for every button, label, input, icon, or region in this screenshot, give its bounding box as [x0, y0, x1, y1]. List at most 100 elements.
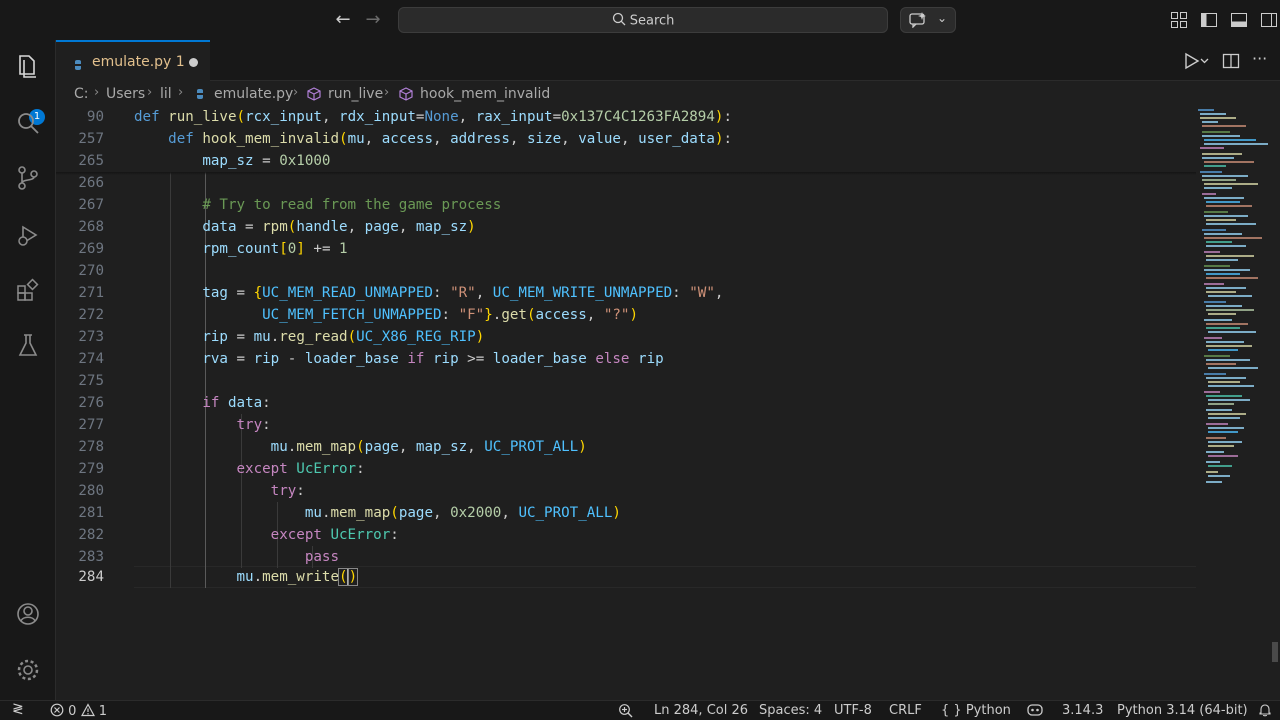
breadcrumb-run-live[interactable]: run_live — [328, 86, 383, 102]
code-editor[interactable]: 90 def run_live(rcx_input, rdx_input=None… — [56, 106, 1196, 700]
code-line: 283 pass — [56, 546, 1196, 568]
search-label: Search — [629, 13, 675, 29]
chat-sparkle-icon — [909, 12, 927, 32]
code-text: mu.mem_write() — [236, 568, 359, 586]
line-number: 275 — [78, 373, 104, 389]
breadcrumb-user[interactable]: lil — [160, 86, 172, 102]
chevron-right-icon: › — [147, 85, 153, 100]
function-cube-icon — [307, 87, 321, 105]
code-text: def run_live(rcx_input, rdx_input=None, … — [134, 109, 732, 125]
line-number: 272 — [78, 307, 104, 323]
chat-button[interactable]: ⌄ — [900, 7, 956, 33]
status-bar: ≷ 0 1 Ln 284, Col 26 Spaces: 4 UTF-8 CRL… — [0, 700, 1280, 720]
remote-indicator[interactable]: ≷ — [0, 701, 40, 720]
code-line: 277 try: — [56, 414, 1196, 436]
code-text: map_sz = 0x1000 — [202, 153, 331, 169]
toggle-secondary-sidebar-icon[interactable] — [1260, 11, 1278, 29]
scrollbar-thumb[interactable] — [1272, 642, 1278, 662]
line-number: 280 — [78, 483, 104, 499]
source-control-icon[interactable] — [14, 164, 42, 192]
customize-layout-icon[interactable] — [1170, 11, 1188, 29]
indentation[interactable]: Spaces: 4 — [759, 703, 822, 718]
extensions-icon[interactable] — [14, 276, 42, 304]
toggle-primary-sidebar-icon[interactable] — [1200, 11, 1218, 29]
zoom-icon[interactable] — [618, 703, 634, 720]
code-line: 274 rva = rip - loader_base if rip >= lo… — [56, 348, 1196, 370]
python-file-icon — [72, 56, 84, 75]
code-line: 282 except UcError: — [56, 524, 1196, 546]
code-line: 276 if data: — [56, 392, 1196, 414]
toggle-panel-icon[interactable] — [1230, 11, 1248, 29]
line-number: 271 — [78, 285, 104, 301]
braces-icon: { } — [941, 703, 962, 718]
back-arrow-icon[interactable]: ← — [333, 10, 353, 30]
code-text: def hook_mem_invalid(mu, access, address… — [168, 131, 733, 147]
forward-arrow-icon[interactable]: → — [363, 10, 383, 30]
breadcrumb-hook-mem-invalid[interactable]: hook_mem_invalid — [420, 86, 550, 102]
remote-icon: ≷ — [12, 701, 24, 717]
warning-icon — [80, 703, 99, 719]
code-line: 281 mu.mem_map(page, 0x2000, UC_PROT_ALL… — [56, 502, 1196, 524]
line-number: 270 — [78, 263, 104, 279]
testing-flask-icon[interactable] — [14, 331, 42, 359]
error-icon — [50, 703, 68, 719]
minimap[interactable] — [1196, 106, 1270, 700]
code-line-current: 284 mu.mem_write() — [56, 566, 1196, 588]
breadcrumb-file[interactable]: emulate.py — [214, 86, 293, 102]
code-line: 269 rpm_count[0] += 1 — [56, 238, 1196, 260]
line-ending[interactable]: CRLF — [889, 703, 922, 718]
chevron-right-icon: › — [384, 85, 390, 100]
code-text: mu.mem_map(page, 0x2000, UC_PROT_ALL) — [304, 505, 621, 521]
code-text: except UcError: — [270, 527, 399, 543]
code-line: 272 UC_MEM_FETCH_UNMAPPED: "F"}.get(acce… — [56, 304, 1196, 326]
notifications-bell-icon[interactable] — [1258, 703, 1272, 719]
search-icon[interactable] — [14, 109, 42, 137]
encoding[interactable]: UTF-8 — [834, 703, 872, 718]
accounts-icon[interactable] — [14, 600, 42, 628]
vertical-scrollbar[interactable] — [1270, 106, 1280, 700]
code-line: 257 def hook_mem_invalid(mu, access, add… — [56, 128, 1196, 150]
code-text: try: — [236, 417, 271, 433]
error-count: 0 — [68, 704, 77, 719]
run-and-debug-icon[interactable] — [14, 221, 42, 249]
settings-gear-icon[interactable] — [14, 656, 42, 684]
language-mode[interactable]: { } Python — [941, 703, 1011, 718]
tab-emulate-py[interactable]: emulate.py 1 — [56, 40, 210, 81]
more-actions-icon[interactable]: ··· — [1252, 51, 1270, 70]
python-version[interactable]: 3.14.3 — [1062, 703, 1103, 718]
code-text: try: — [270, 483, 305, 499]
line-number: 266 — [78, 175, 104, 191]
problems-indicator[interactable]: 0 1 — [50, 703, 107, 719]
editor-tab-bar: emulate.py 1 ··· — [56, 40, 1280, 81]
line-number: 281 — [78, 505, 104, 521]
line-number: 265 — [78, 153, 104, 169]
code-text: tag = {UC_MEM_READ_UNMAPPED: "R", UC_MEM… — [202, 285, 724, 301]
cursor-position[interactable]: Ln 284, Col 26 — [654, 703, 748, 718]
line-number: 279 — [78, 461, 104, 477]
code-line: 278 mu.mem_map(page, map_sz, UC_PROT_ALL… — [56, 436, 1196, 458]
breadcrumb-drive[interactable]: C: — [74, 86, 89, 102]
code-line: 270 — [56, 260, 1196, 282]
run-python-file-icon[interactable] — [1184, 52, 1209, 70]
line-number: 269 — [78, 241, 104, 257]
code-text: rip = mu.reg_read(UC_X86_REG_RIP) — [202, 329, 485, 345]
split-editor-icon[interactable] — [1222, 52, 1240, 70]
code-line: 273 rip = mu.reg_read(UC_X86_REG_RIP) — [56, 326, 1196, 348]
code-text: except UcError: — [236, 461, 365, 477]
command-center-search[interactable]: Search — [398, 7, 888, 33]
line-number: 278 — [78, 439, 104, 455]
line-number: 274 — [78, 351, 104, 367]
chevron-right-icon: › — [178, 85, 184, 100]
code-text: data = rpm(handle, page, map_sz) — [202, 219, 476, 235]
breadcrumb-users[interactable]: Users — [106, 86, 145, 102]
explorer-icon[interactable] — [14, 52, 42, 80]
line-number: 277 — [78, 417, 104, 433]
python-file-icon — [194, 88, 206, 104]
code-text: # Try to read from the game process — [202, 197, 502, 213]
unsaved-dot-icon[interactable] — [189, 58, 198, 67]
python-interpreter[interactable]: Python 3.14 (64-bit) — [1117, 703, 1248, 718]
warning-count: 1 — [98, 704, 107, 719]
code-line: 275 — [56, 370, 1196, 392]
line-number: 282 — [78, 527, 104, 543]
copilot-icon[interactable] — [1026, 703, 1044, 719]
